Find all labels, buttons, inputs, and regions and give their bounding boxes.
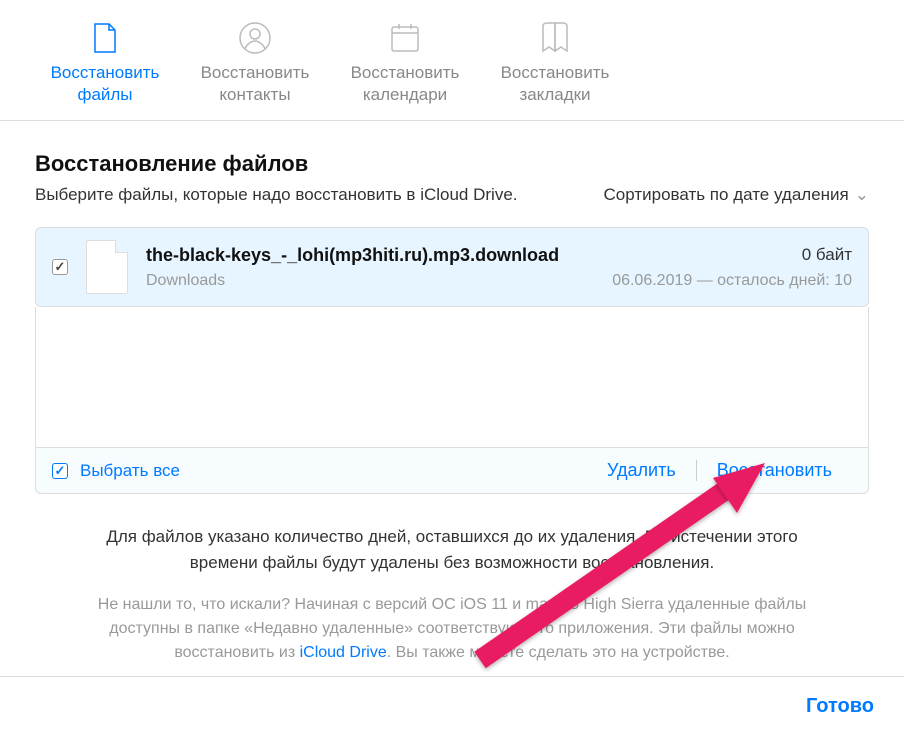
icloud-drive-link[interactable]: iCloud Drive [300,644,387,661]
done-button[interactable]: Готово [806,695,874,717]
file-size: 0 байт [802,245,852,266]
tabs-bar: Восстановитьфайлы Восстановитьконтакты [0,0,904,121]
actions-bar: Выбрать все Удалить Восстановить [35,447,869,494]
tab-label: Восстановитьзакладки [501,62,610,106]
info-text: Для файлов указано количество дней, оста… [35,524,869,665]
delete-button[interactable]: Удалить [587,460,696,481]
sort-label: Сортировать по дате удаления [604,185,849,205]
tab-label: Восстановитьконтакты [201,62,310,106]
info-secondary: Не нашли то, что искали? Начиная с верси… [75,593,829,665]
chevron-down-icon: ⌄ [855,185,869,205]
file-type-icon [86,240,128,294]
tab-restore-contacts[interactable]: Восстановитьконтакты [180,10,330,120]
footer: Готово [0,676,904,736]
file-location: Downloads [146,272,225,290]
subtitle-row: Выберите файлы, которые надо восстановит… [35,185,869,205]
file-expiry: 06.06.2019 — осталось дней: 10 [612,272,852,290]
tab-label: Восстановитькалендари [351,62,460,106]
file-info: the-black-keys_-_lohi(mp3hiti.ru).mp3.do… [146,245,852,290]
contact-icon [237,20,273,56]
content-area: Восстановление файлов Выберите файлы, ко… [0,121,904,665]
calendar-icon [387,20,423,56]
file-checkbox[interactable] [52,259,68,275]
select-all[interactable]: Выбрать все [52,461,180,481]
action-buttons: Удалить Восстановить [587,460,852,481]
select-all-checkbox[interactable] [52,463,68,479]
file-item[interactable]: the-black-keys_-_lohi(mp3hiti.ru).mp3.do… [36,228,868,306]
bookmark-icon [537,20,573,56]
select-all-label: Выбрать все [80,461,180,481]
tab-restore-files[interactable]: Восстановитьфайлы [30,10,180,120]
tab-label: Восстановитьфайлы [51,62,160,106]
file-name: the-black-keys_-_lohi(mp3hiti.ru).mp3.do… [146,245,559,266]
file-list: the-black-keys_-_lohi(mp3hiti.ru).mp3.do… [35,227,869,307]
list-spacer [35,307,869,447]
tab-restore-calendars[interactable]: Восстановитькалендари [330,10,480,120]
page-title: Восстановление файлов [35,151,869,177]
info-primary: Для файлов указано количество дней, оста… [75,524,829,575]
restore-button[interactable]: Восстановить [696,460,852,481]
sort-dropdown[interactable]: Сортировать по дате удаления ⌄ [604,185,869,205]
subtitle: Выберите файлы, которые надо восстановит… [35,185,518,205]
tab-restore-bookmarks[interactable]: Восстановитьзакладки [480,10,630,120]
file-icon [87,20,123,56]
